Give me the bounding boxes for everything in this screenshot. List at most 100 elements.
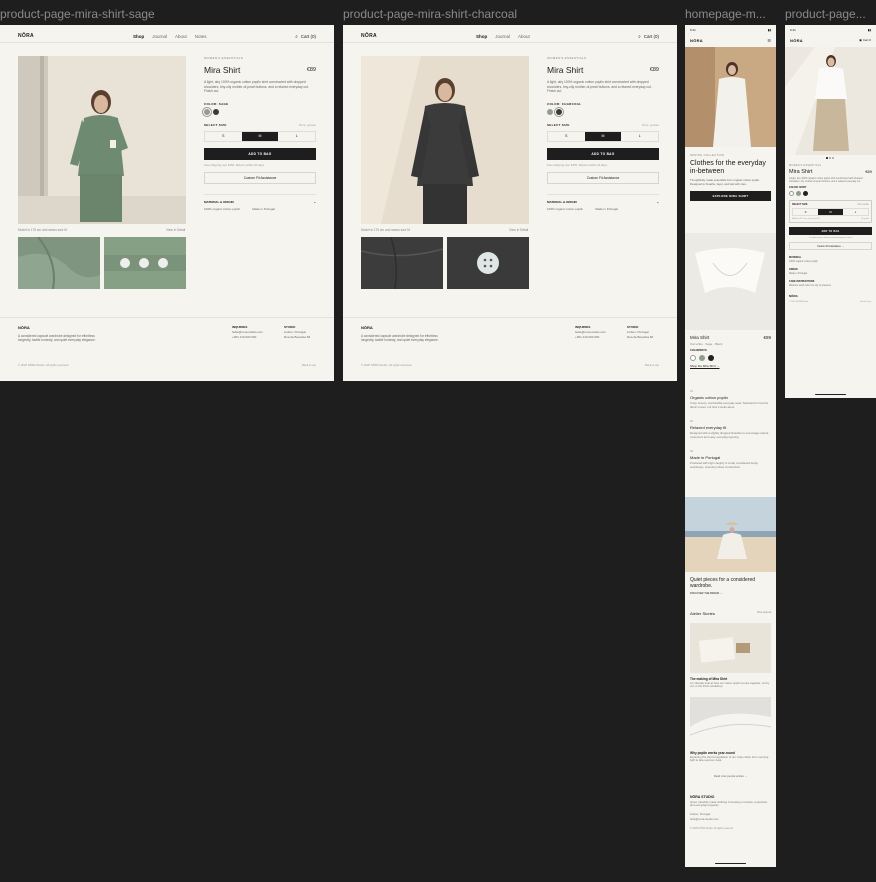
story-card-1[interactable]: The making of Mira Shirt An intimate loo… [690,677,771,689]
back-to-top-link[interactable]: Back to top [645,363,659,367]
product-eyebrow: WOMEN'S ESSENTIALS [204,56,244,60]
size-guide-link[interactable]: Size guide [299,123,316,127]
cart-link[interactable]: ▣ Cart 0 [859,38,871,43]
brand-logo[interactable]: NŌRA [361,33,377,39]
pagination-dot[interactable] [832,157,834,159]
color-swatches [789,191,872,197]
swatch-sage[interactable] [202,106,212,117]
color-label: COLOR: CHARCOAL [547,102,659,106]
thumbnail-button[interactable] [447,237,529,289]
discover-brand-link[interactable]: DISCOVER THE BRAND → [690,592,771,595]
size-option-l[interactable]: L [843,209,868,215]
feature-text: Produced with high integrity in small, c… [690,461,758,469]
size-option-s[interactable]: S [548,132,585,141]
thumbnail-collar[interactable] [18,237,100,289]
size-option-m[interactable]: M [584,131,622,141]
story-image-making[interactable] [690,623,771,673]
swatch-sage[interactable] [547,108,553,115]
add-to-bag-button[interactable]: ADD TO BAG [547,147,659,160]
brand-logo[interactable]: NŌRA [18,33,34,39]
swatch-black[interactable] [803,191,808,197]
brand-logo[interactable]: NŌRA [690,38,703,43]
image-caption: Model is 175 cm and wears size M [361,228,410,232]
search-icon[interactable]: ⌕ [295,34,298,39]
care-title: CARE INSTRUCTIONS [789,280,815,284]
menu-icon[interactable]: ☰ [767,38,771,43]
size-option-s[interactable]: S [205,132,242,141]
story-image-poplin[interactable] [690,697,771,747]
size-option-l[interactable]: L [278,132,315,141]
nav-journal[interactable]: Journal [152,34,167,39]
product-main-image[interactable] [18,56,186,224]
view-detail-link[interactable]: View in Detail [166,228,185,232]
footer-email[interactable]: hello@nora-studio.com [575,330,606,334]
back-to-top-link[interactable]: Back to top ↑ [860,301,872,303]
view-detail-link[interactable]: View in Detail [509,228,528,232]
add-to-bag-button[interactable]: ADD TO BAG [204,147,316,160]
frame-label-charcoal: product-page-mira-shirt-charcoal [343,7,518,21]
footer-inquiries: INQUIRIES hello@nora-studio.com +351 210… [232,325,263,340]
cart-link[interactable]: ⌕ Cart (0) [638,34,659,39]
custom-fit-button[interactable]: Custom Fit Assistance [204,171,316,184]
size-option-s[interactable]: S [793,209,818,215]
swatch-charcoal[interactable] [213,108,219,115]
read-more-link[interactable]: Read more journal entries → [685,775,776,778]
custom-fit-button[interactable]: Custom Fit Assistance [547,171,659,184]
story-card-2[interactable]: Why poplin works year-round Exploring th… [690,751,771,763]
size-option-m[interactable]: M [818,209,843,216]
thumbnail-fabric[interactable] [361,237,443,289]
swatch-charcoal[interactable] [554,106,564,117]
nav-about-2[interactable]: Notes [195,34,207,39]
size-option-m[interactable]: M [241,131,279,141]
material-accordion[interactable]: MATERIAL & ORIGIN ⌄ [547,193,659,204]
cart-link[interactable]: ⌕ Cart (0) [295,34,316,39]
swatch-sage[interactable] [796,191,801,197]
product-main-image[interactable] [361,56,529,224]
footer-phone[interactable]: +351 210 000 000 [575,335,599,339]
material-label: MATERIAL & ORIGIN [204,199,234,204]
nav-about[interactable]: About [518,34,530,39]
nav-shop[interactable]: Shop [476,34,487,39]
nav-shop[interactable]: Shop [133,34,144,39]
size-selector: S M L [792,208,869,217]
swatch-sage[interactable] [699,355,705,361]
footer-address: Rua da Boavista 84 [627,335,654,339]
shipping-note: Free shipping over €150. Returns within … [547,162,608,167]
studio-title: NŌRA STUDIO [690,795,715,799]
details-list: MATERIAL 100% organic cotton poplin ORIG… [789,256,872,303]
swatch-ivory[interactable] [789,191,794,197]
add-to-bag-button[interactable]: ADD TO BAG [789,227,872,236]
custom-fit-button[interactable]: Custom Fit Assistance → [789,242,872,251]
chevron-down-icon: ⌄ [656,199,659,204]
feature-origin: Made in Portugal [595,206,618,211]
search-icon[interactable]: ⌕ [638,34,641,39]
product-main-image[interactable] [785,47,876,155]
footer-phone[interactable]: +351 210 000 000 [232,335,256,339]
size-option-l[interactable]: L [621,132,658,141]
product-description: A light, airy 100% organic cotton poplin… [547,80,652,94]
footer-email[interactable]: hello@nora-studio.com [232,330,263,334]
material-accordion[interactable]: MATERIAL & ORIGIN ⌄ [204,193,316,204]
nav-journal[interactable]: Journal [495,34,510,39]
pagination-dot-active[interactable] [826,157,828,159]
footer-copyright: © 2025 NŌRA Studio. All rights reserved. [361,363,413,367]
studio-email[interactable]: hello@nora-studio.com [690,817,771,821]
nav-about[interactable]: About [175,34,187,39]
thumbnail-buttons[interactable] [104,237,186,289]
back-to-top-link[interactable]: Back to top [302,363,316,367]
size-guide-link[interactable]: Size Guide [857,203,869,206]
shop-link[interactable]: Shop the Mira Shirt → [690,364,771,368]
view-journal-link[interactable]: View journal [757,611,771,616]
swatch-ivory[interactable] [690,355,696,361]
pagination-dot[interactable] [829,157,831,159]
image-pagination [826,157,834,159]
status-time: 9:41 [690,28,696,32]
product-card[interactable]: Mira Shirt €89 Oat white · Sage · Black C… [690,335,771,368]
brand-logo[interactable]: NŌRA [790,38,803,43]
fit-guide-link[interactable]: Fit guide [861,218,869,220]
size-note: Model is 175 cm, wears size M [792,218,820,221]
explore-button[interactable]: EXPLORE MIRA SHIRT [690,191,771,202]
size-guide-link[interactable]: Size guide [642,123,659,127]
swatch-black[interactable] [708,355,714,361]
feature-list: 100% organic cotton poplin Made in Portu… [204,207,316,211]
